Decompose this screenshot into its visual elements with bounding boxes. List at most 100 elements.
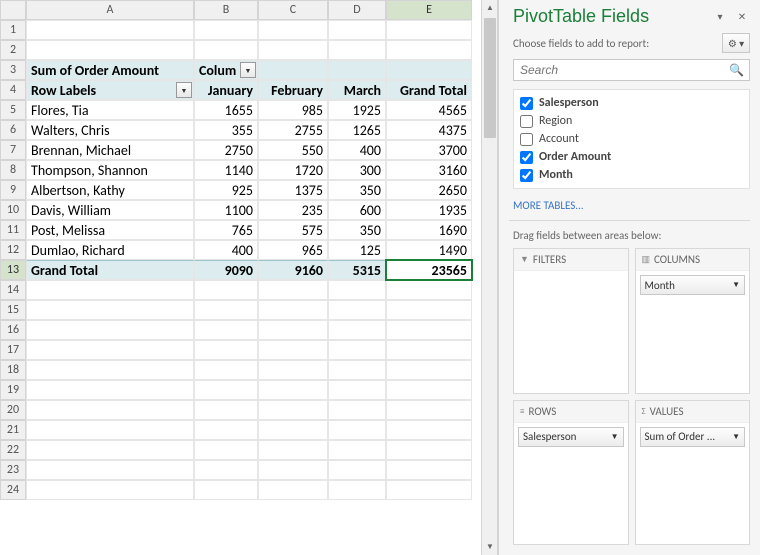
cell[interactable]: 9160 (258, 260, 328, 280)
cell[interactable] (258, 280, 328, 300)
cell[interactable] (258, 60, 328, 80)
cell[interactable]: 965 (258, 240, 328, 260)
field-checkbox[interactable] (520, 151, 533, 164)
cell[interactable] (328, 60, 386, 80)
cell[interactable]: 1925 (328, 100, 386, 120)
column-header[interactable]: B (194, 0, 258, 20)
column-header[interactable]: A (26, 0, 194, 20)
cell[interactable] (328, 400, 386, 420)
row-header[interactable]: 12 (0, 240, 26, 260)
cell[interactable] (328, 300, 386, 320)
cell[interactable] (328, 20, 386, 40)
cell[interactable] (26, 440, 194, 460)
cell[interactable]: 1265 (328, 120, 386, 140)
cell[interactable]: Flores, Tia (26, 100, 194, 120)
cell[interactable]: 23565 (386, 260, 472, 280)
cell[interactable]: 1655 (194, 100, 258, 120)
cell[interactable]: Brennan, Michael (26, 140, 194, 160)
cell[interactable]: 2750 (194, 140, 258, 160)
cell[interactable]: Albertson, Kathy (26, 180, 194, 200)
scroll-down-arrow[interactable]: ▼ (482, 539, 498, 555)
cell[interactable] (328, 340, 386, 360)
row-header[interactable]: 14 (0, 280, 26, 300)
row-header[interactable]: 18 (0, 360, 26, 380)
cell[interactable]: 1490 (386, 240, 472, 260)
cell[interactable] (386, 400, 472, 420)
cell[interactable]: Row Labels▼ (26, 80, 194, 100)
row-header[interactable]: 17 (0, 340, 26, 360)
cell[interactable] (26, 480, 194, 500)
row-header[interactable]: 10 (0, 200, 26, 220)
cell[interactable] (258, 340, 328, 360)
row-header[interactable]: 9 (0, 180, 26, 200)
field-row-salesperson[interactable]: Salesperson (516, 94, 747, 112)
row-header[interactable]: 6 (0, 120, 26, 140)
cell[interactable] (258, 300, 328, 320)
cell[interactable] (386, 300, 472, 320)
cell[interactable]: March (328, 80, 386, 100)
gear-icon[interactable]: ⚙ ▾ (722, 33, 750, 53)
cell[interactable]: 350 (328, 180, 386, 200)
cell[interactable]: 3700 (386, 140, 472, 160)
close-icon[interactable]: ✕ (734, 9, 750, 25)
column-header[interactable]: D (328, 0, 386, 20)
cell[interactable] (328, 360, 386, 380)
cell[interactable] (386, 460, 472, 480)
column-header[interactable]: C (258, 0, 328, 20)
cell[interactable] (194, 320, 258, 340)
row-header[interactable]: 15 (0, 300, 26, 320)
row-header[interactable]: 24 (0, 480, 26, 500)
cell[interactable] (328, 280, 386, 300)
cell[interactable] (258, 420, 328, 440)
cell[interactable] (386, 420, 472, 440)
cell[interactable] (26, 400, 194, 420)
cell[interactable]: 9090 (194, 260, 258, 280)
cell[interactable] (194, 40, 258, 60)
cell[interactable] (194, 420, 258, 440)
cell[interactable]: 765 (194, 220, 258, 240)
cell[interactable]: 235 (258, 200, 328, 220)
cell[interactable]: 400 (194, 240, 258, 260)
vertical-scrollbar[interactable]: ▲ ▼ (481, 0, 497, 555)
field-row-account[interactable]: Account (516, 130, 747, 148)
cell[interactable]: 1720 (258, 160, 328, 180)
row-header[interactable]: 5 (0, 100, 26, 120)
cell[interactable] (258, 20, 328, 40)
column-header[interactable]: E (386, 0, 472, 20)
row-header[interactable]: 19 (0, 380, 26, 400)
cell[interactable] (194, 460, 258, 480)
cell[interactable] (386, 20, 472, 40)
cell[interactable] (386, 40, 472, 60)
cell[interactable]: 3160 (386, 160, 472, 180)
cell[interactable] (26, 460, 194, 480)
values-chip[interactable]: Sum of Order ...▼ (640, 427, 746, 447)
rows-chip[interactable]: Salesperson▼ (518, 427, 624, 447)
search-input[interactable] (513, 59, 750, 81)
cell[interactable] (328, 480, 386, 500)
cell[interactable]: February (258, 80, 328, 100)
cell[interactable] (194, 400, 258, 420)
row-header[interactable]: 11 (0, 220, 26, 240)
cell[interactable]: Post, Melissa (26, 220, 194, 240)
cell[interactable] (328, 40, 386, 60)
cell[interactable] (258, 400, 328, 420)
cell[interactable] (386, 380, 472, 400)
field-row-month[interactable]: Month (516, 166, 747, 184)
cell[interactable]: 1100 (194, 200, 258, 220)
columns-chip[interactable]: Month▼ (640, 275, 746, 295)
columns-area[interactable]: ▥COLUMNS Month▼ (635, 248, 751, 394)
cell[interactable] (194, 340, 258, 360)
cell[interactable] (26, 280, 194, 300)
cell[interactable] (26, 360, 194, 380)
cell-grid[interactable]: ABCDE123Sum of Order AmountColum▼4Row La… (0, 0, 497, 500)
cell[interactable] (194, 360, 258, 380)
more-tables-link[interactable]: MORE TABLES... (499, 193, 760, 220)
cell[interactable] (194, 300, 258, 320)
filters-area[interactable]: ▼FILTERS (513, 248, 629, 394)
cell[interactable] (26, 340, 194, 360)
cell[interactable] (194, 380, 258, 400)
pane-options-icon[interactable]: ▾ (712, 9, 728, 25)
cell[interactable] (194, 480, 258, 500)
cell[interactable]: 2755 (258, 120, 328, 140)
cell[interactable] (258, 380, 328, 400)
